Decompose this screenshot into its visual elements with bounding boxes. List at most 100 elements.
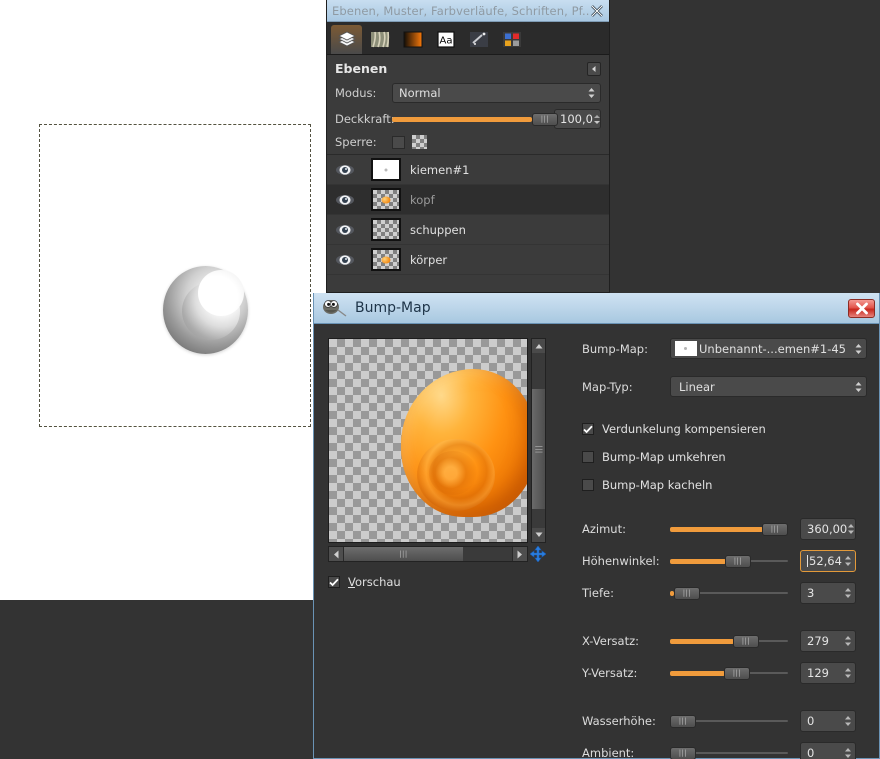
y-versatz-slider[interactable]: ||| <box>670 666 788 680</box>
lock-pixels-checkbox[interactable] <box>392 135 405 149</box>
spinner-icon[interactable] <box>842 554 855 568</box>
layers-header: Ebenen <box>335 61 601 76</box>
invert-checkbox-label: Bump-Map umkehren <box>602 450 726 464</box>
preview-horizontal-scrollbar[interactable]: ||| <box>328 546 528 562</box>
horizontal-scrollbar-thumb[interactable]: ||| <box>344 547 463 561</box>
lock-alpha-icon[interactable] <box>412 135 427 149</box>
layer-thumbnail <box>371 188 401 211</box>
scroll-down-icon[interactable] <box>532 528 545 542</box>
bump-map-row: Bump-Map: Unbenannt-...emen#1-45 <box>582 338 867 359</box>
wasserhoehe-slider[interactable]: ||| <box>670 714 788 728</box>
spinner-icon[interactable] <box>842 714 855 728</box>
scroll-right-icon[interactable] <box>512 547 527 561</box>
close-icon[interactable] <box>590 4 604 18</box>
eye-icon[interactable] <box>335 194 371 206</box>
ambient-slider[interactable]: ||| <box>670 746 788 759</box>
tab-palettes[interactable] <box>496 25 527 54</box>
layer-thumbnail <box>371 158 401 181</box>
panel-title: Ebenen <box>335 61 388 76</box>
wasserhoehe-value-field[interactable]: 0 <box>800 710 856 732</box>
table-row[interactable]: kiemen#1 <box>327 155 609 185</box>
opacity-slider[interactable]: ||| <box>392 112 558 126</box>
layer-thumbnail <box>371 248 401 271</box>
opacity-value: 100,0 <box>560 112 593 126</box>
preview-vertical-scrollbar[interactable]: ||| <box>531 338 546 543</box>
tiefe-row: Tiefe: ||| 3 <box>582 582 867 604</box>
ambient-value-field[interactable]: 0 <box>800 742 856 759</box>
tile-checkbox-row: Bump-Map kacheln <box>582 476 867 494</box>
opacity-label: Deckkraft: <box>335 112 395 126</box>
dialog-body: ||| ||| Vorschau Bump-Map: Unbenannt-...… <box>314 324 879 759</box>
tab-patterns[interactable] <box>364 25 395 54</box>
bump-map-select[interactable]: Unbenannt-...emen#1-45 <box>670 338 867 359</box>
invert-checkbox[interactable] <box>582 451 594 463</box>
tab-fonts[interactable]: Aa <box>430 25 461 54</box>
map-type-select[interactable]: Linear <box>670 376 867 397</box>
dialog-title: Bump-Map <box>355 300 431 316</box>
wasserhoehe-value: 0 <box>807 714 815 728</box>
preview-checkbox[interactable] <box>328 576 340 588</box>
bump-mapped-shape-highlight <box>198 270 244 316</box>
y-versatz-value-field[interactable]: 129 <box>800 662 856 684</box>
ambient-label: Ambient: <box>582 746 635 759</box>
preview-checkbox-row: Vorschau <box>328 575 554 589</box>
azimut-label: Azimut: <box>582 522 626 536</box>
x-versatz-slider[interactable]: ||| <box>670 634 788 648</box>
bump-map-thumbnail <box>675 341 697 356</box>
x-versatz-value-field[interactable]: 279 <box>800 630 856 652</box>
dialog-titlebar[interactable]: Bump-Map <box>314 293 879 324</box>
move-preview-icon[interactable] <box>530 546 546 562</box>
spinner-icon[interactable] <box>842 746 855 759</box>
table-row[interactable]: schuppen <box>327 215 609 245</box>
spinner-icon[interactable] <box>842 634 855 648</box>
map-type-row: Map-Typ: Linear <box>582 376 867 397</box>
bump-map-dialog: Bump-Map ||| ||| Vorschau Bump-Map: Unbe… <box>313 293 880 759</box>
spinner-icon[interactable] <box>847 522 857 536</box>
ambient-value: 0 <box>807 746 815 759</box>
spinner-icon[interactable] <box>842 666 855 680</box>
vertical-scrollbar-thumb[interactable]: ||| <box>532 389 545 509</box>
preview-canvas[interactable] <box>328 338 528 543</box>
tab-gradients[interactable] <box>397 25 428 54</box>
hoehenwinkel-value-field[interactable]: 52,64 <box>800 550 856 572</box>
close-icon[interactable] <box>848 298 875 318</box>
tiefe-value: 3 <box>807 586 815 600</box>
tab-layers[interactable] <box>331 25 362 54</box>
layer-thumbnail <box>371 218 401 241</box>
eye-icon[interactable] <box>335 164 371 176</box>
tile-checkbox-label: Bump-Map kacheln <box>602 478 713 492</box>
tiefe-label: Tiefe: <box>582 586 614 600</box>
compensate-checkbox[interactable] <box>582 423 594 435</box>
opacity-value-field[interactable]: 100,0 <box>554 109 601 129</box>
azimut-value: 360,00 <box>807 522 848 536</box>
spinner-icon[interactable] <box>593 113 601 126</box>
scroll-left-icon[interactable] <box>329 547 344 561</box>
wasserhoehe-label: Wasserhöhe: <box>582 714 656 728</box>
layers-panel-body: Ebenen Modus: Normal Deckkraft: ||| 100,… <box>327 55 609 275</box>
eye-icon[interactable] <box>335 254 371 266</box>
hoehenwinkel-row: Höhenwinkel: ||| 52,64 <box>582 550 867 572</box>
tiefe-value-field[interactable]: 3 <box>800 582 856 604</box>
mode-value: Normal <box>399 86 441 100</box>
tab-brushes[interactable] <box>463 25 494 54</box>
table-row[interactable]: körper <box>327 245 609 275</box>
layer-name: schuppen <box>410 222 466 237</box>
layers-dock: Ebenen, Muster, Farbverläufe, Schriften,… <box>326 0 610 293</box>
tile-checkbox[interactable] <box>582 479 594 491</box>
dock-tab-strip: Aa <box>327 22 609 55</box>
dock-menu-button[interactable] <box>587 61 601 76</box>
azimut-value-field[interactable]: 360,00 <box>800 518 856 540</box>
dock-titlebar[interactable]: Ebenen, Muster, Farbverläufe, Schriften,… <box>327 0 609 22</box>
hoehenwinkel-label: Höhenwinkel: <box>582 554 660 568</box>
eye-icon[interactable] <box>335 224 371 236</box>
mode-select[interactable]: Normal <box>392 83 601 103</box>
ambient-row: Ambient: ||| 0 <box>582 742 867 759</box>
hoehenwinkel-slider[interactable]: ||| <box>670 554 788 568</box>
scroll-up-icon[interactable] <box>532 339 545 353</box>
spinner-icon[interactable] <box>842 586 855 600</box>
tiefe-slider[interactable]: ||| <box>670 586 788 600</box>
mode-label: Modus: <box>335 86 377 100</box>
table-row[interactable]: kopf <box>327 185 609 215</box>
azimut-slider[interactable]: ||| <box>670 522 788 536</box>
hoehenwinkel-value: 52,64 <box>809 554 842 568</box>
